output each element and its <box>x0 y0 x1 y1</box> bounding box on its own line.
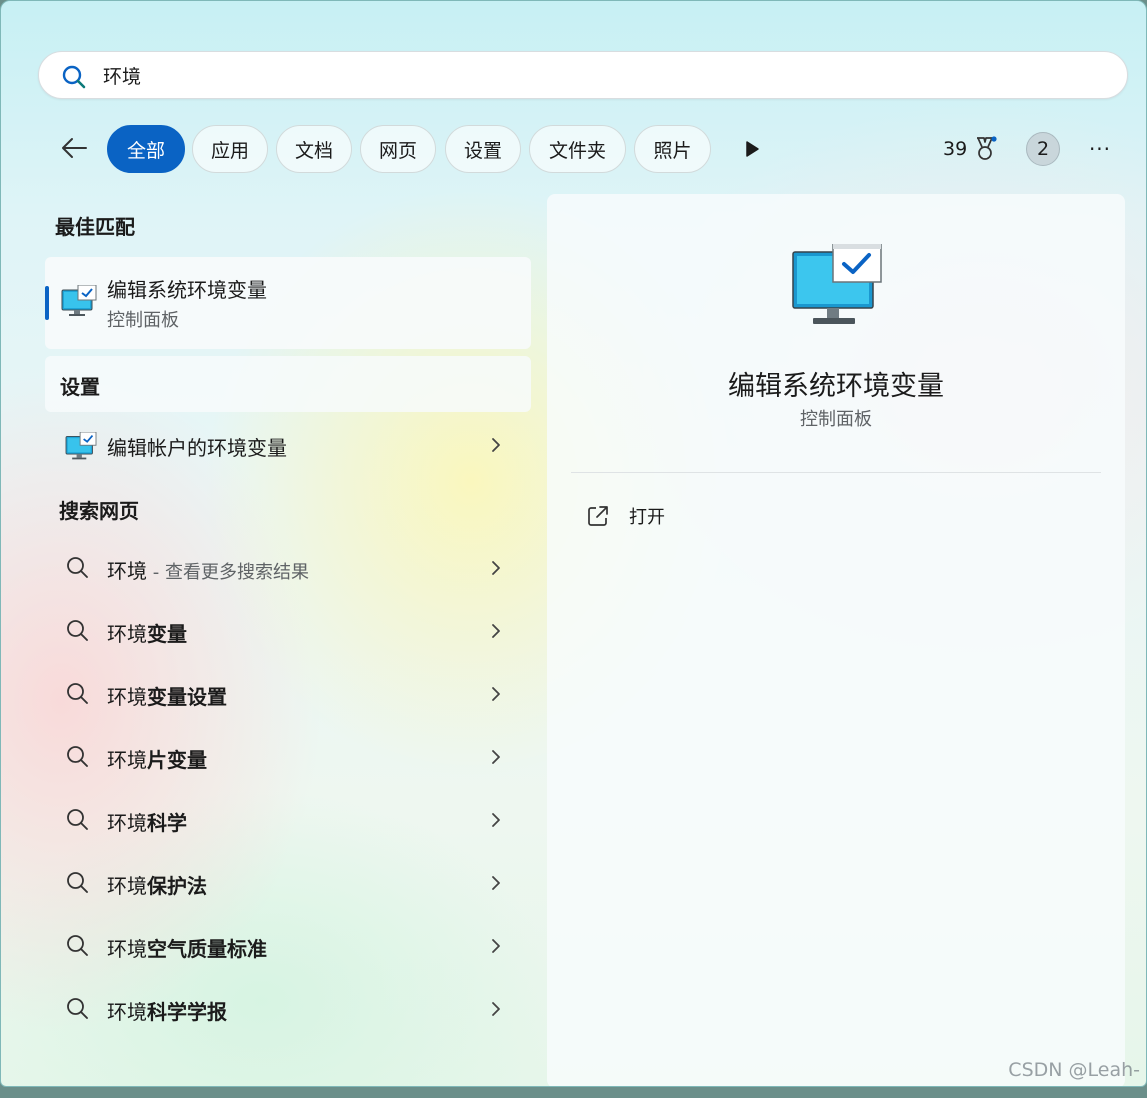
chevron-right-icon <box>492 561 500 575</box>
web-result-bold: 科学学报 <box>147 1000 227 1024</box>
web-result-bold: 片变量 <box>147 748 207 772</box>
web-result[interactable]: 环境片变量 <box>45 729 531 785</box>
system-properties-icon <box>61 285 97 316</box>
open-label: 打开 <box>629 507 665 528</box>
back-button[interactable] <box>57 131 91 165</box>
web-result-label: 环境片变量 <box>107 744 207 773</box>
web-result[interactable]: 环境 - 查看更多搜索结果 <box>45 540 531 596</box>
search-icon <box>62 65 86 89</box>
web-result[interactable]: 环境空气质量标准 <box>45 918 531 974</box>
web-result-label: 环境科学学报 <box>107 996 227 1025</box>
search-icon <box>67 683 88 704</box>
search-icon <box>67 620 88 641</box>
chevron-right-icon <box>492 1002 500 1016</box>
search-panel: 全部 应用 文档 网页 设置 文件夹 照片 39 2 ··· 最佳匹配 编辑系统… <box>0 0 1147 1087</box>
more-options-button[interactable]: ··· <box>1085 135 1115 163</box>
detail-subtitle: 控制面板 <box>800 409 872 430</box>
web-result-label: 环境 - 查看更多搜索结果 <box>107 555 309 584</box>
chevron-right-icon <box>492 687 500 701</box>
selection-indicator <box>45 286 49 320</box>
system-properties-icon <box>65 432 97 460</box>
web-result[interactable]: 环境变量设置 <box>45 666 531 722</box>
web-result-prefix: 环境 <box>107 811 147 835</box>
filter-folders[interactable]: 文件夹 <box>529 125 626 173</box>
web-result-prefix: 环境 <box>107 685 147 709</box>
open-external-icon <box>588 506 608 526</box>
web-result[interactable]: 环境变量 <box>45 603 531 659</box>
play-icon[interactable] <box>743 139 761 159</box>
chevron-right-icon <box>492 750 500 764</box>
web-result-bold: 变量 <box>147 622 187 646</box>
settings-result[interactable]: 编辑帐户的环境变量 <box>45 417 531 473</box>
web-result-label: 环境保护法 <box>107 870 207 899</box>
settings-result-label: 编辑帐户的环境变量 <box>107 436 287 460</box>
chevron-right-icon <box>492 438 500 452</box>
best-match-subtitle: 控制面板 <box>107 310 179 331</box>
filter-documents[interactable]: 文档 <box>276 125 352 173</box>
system-properties-icon <box>792 244 882 324</box>
web-result[interactable]: 环境科学学报 <box>45 981 531 1037</box>
web-result-bold: 保护法 <box>147 874 207 898</box>
filter-photos[interactable]: 照片 <box>634 125 711 173</box>
chevron-right-icon <box>492 876 500 890</box>
search-icon <box>67 998 88 1019</box>
open-button[interactable]: 打开 <box>587 502 665 530</box>
web-result-label: 环境变量设置 <box>107 681 227 710</box>
medal-icon <box>977 136 997 160</box>
web-result-prefix: 环境 <box>107 559 147 583</box>
search-icon <box>67 872 88 893</box>
web-result-label: 环境科学 <box>107 807 187 836</box>
settings-heading: 设置 <box>60 375 100 399</box>
filter-settings[interactable]: 设置 <box>445 125 521 173</box>
web-result-bold: 变量设置 <box>147 685 227 709</box>
web-result-label: 环境变量 <box>107 618 187 647</box>
web-result-bold: 科学 <box>147 811 187 835</box>
web-result[interactable]: 环境科学 <box>45 792 531 848</box>
search-bar[interactable] <box>38 51 1128 99</box>
filter-web[interactable]: 网页 <box>360 125 436 173</box>
web-result-prefix: 环境 <box>107 937 147 961</box>
web-result-suffix: - 查看更多搜索结果 <box>147 562 309 583</box>
web-result-label: 环境空气质量标准 <box>107 933 267 962</box>
web-result-prefix: 环境 <box>107 1000 147 1024</box>
avatar[interactable]: 2 <box>1026 132 1060 166</box>
chevron-right-icon <box>492 939 500 953</box>
rewards-points[interactable]: 39 <box>943 135 997 163</box>
web-result-bold: 空气质量标准 <box>147 937 267 961</box>
divider <box>571 472 1101 473</box>
search-input[interactable] <box>103 60 1083 90</box>
detail-title: 编辑系统环境变量 <box>728 371 944 402</box>
web-result-prefix: 环境 <box>107 874 147 898</box>
search-icon <box>67 935 88 956</box>
chevron-right-icon <box>492 813 500 827</box>
web-search-heading: 搜索网页 <box>59 499 139 523</box>
back-arrow-icon <box>62 138 87 158</box>
points-value: 39 <box>943 138 968 160</box>
best-match-heading: 最佳匹配 <box>55 215 135 239</box>
search-icon <box>67 557 88 578</box>
settings-section-header: 设置 <box>45 356 531 412</box>
filter-all[interactable]: 全部 <box>107 125 185 173</box>
search-icon <box>67 746 88 767</box>
web-result-prefix: 环境 <box>107 748 147 772</box>
watermark: CSDN @Leah- <box>1008 1059 1140 1081</box>
chevron-right-icon <box>492 624 500 638</box>
detail-pane: 编辑系统环境变量 控制面板 打开 <box>547 194 1125 1086</box>
search-icon <box>67 809 88 830</box>
best-match-title: 编辑系统环境变量 <box>107 278 267 302</box>
best-match-result[interactable]: 编辑系统环境变量 控制面板 <box>45 257 531 349</box>
web-result-prefix: 环境 <box>107 622 147 646</box>
filter-apps[interactable]: 应用 <box>192 125 268 173</box>
web-result[interactable]: 环境保护法 <box>45 855 531 911</box>
